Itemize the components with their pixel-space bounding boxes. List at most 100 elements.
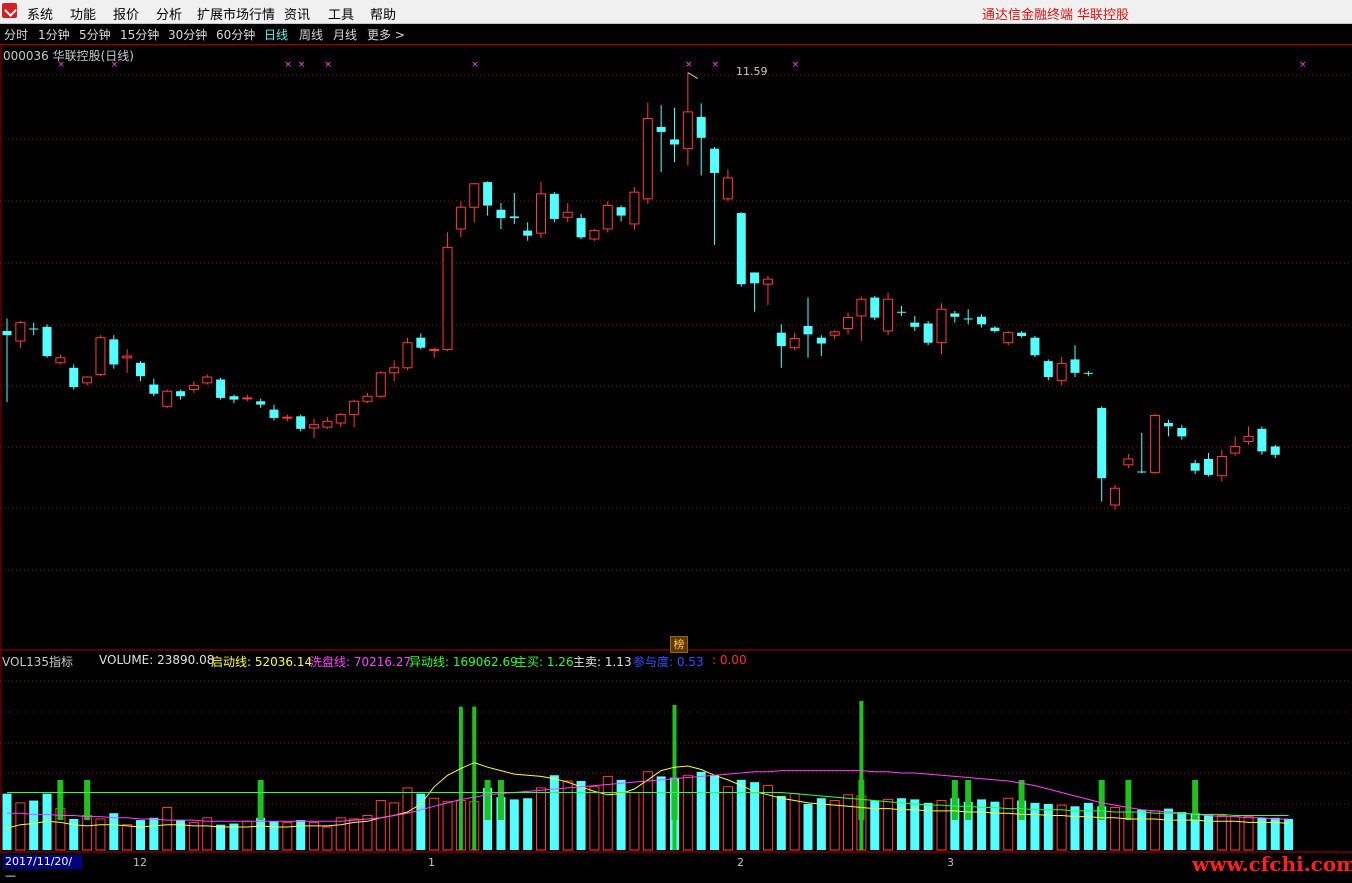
candle-body [576, 218, 586, 238]
candle-body [509, 216, 519, 219]
volume-bar [349, 818, 360, 851]
indicator-value-abnormal-line: 异动线: 169062.69 [409, 655, 518, 669]
candle-body [910, 322, 920, 327]
signal-cross-marker: × [792, 60, 800, 70]
candle-body [682, 111, 693, 150]
candle-body [282, 416, 293, 419]
candle-body [216, 379, 226, 398]
volume-bar [136, 820, 145, 850]
candle-body [750, 272, 760, 284]
candle-body [923, 323, 933, 343]
candle-body [776, 332, 786, 347]
candle-body [1056, 363, 1067, 381]
candle-body [562, 211, 573, 218]
signal-cross-marker: × [284, 60, 292, 70]
volume-flag-bar [859, 700, 864, 850]
candle-body [1150, 414, 1161, 473]
volume-bar [722, 786, 733, 851]
time-axis-label-jan: 1 [428, 856, 435, 869]
candle-body [642, 118, 653, 200]
volume-bar [656, 776, 666, 850]
signal-cross-marker: × [57, 60, 65, 70]
volume-bar [162, 806, 173, 851]
volume-bars [2, 700, 1294, 851]
signal-cross-marker: × [298, 60, 306, 70]
candle-body [1043, 361, 1053, 377]
volume-bar [389, 802, 400, 851]
candle-body [496, 209, 506, 219]
volume-bar [696, 771, 706, 850]
volume-bar [1003, 797, 1014, 851]
indicator-value-main-buy: 主买: 1.26 [515, 655, 574, 669]
candle-body [483, 182, 493, 206]
candle-body [696, 116, 706, 138]
candle-body [883, 298, 894, 332]
candle-body [523, 230, 533, 236]
volume-bar [242, 820, 253, 851]
candle-body [15, 322, 26, 342]
candle-body [629, 191, 640, 225]
time-axis-label-dec: 12 [133, 856, 147, 869]
candle-body [136, 362, 145, 377]
volume-bar [736, 779, 746, 850]
volume-flag-bar [84, 780, 91, 820]
candle-body [589, 230, 600, 240]
signal-cross-marker: × [712, 60, 720, 70]
candle-body [1070, 359, 1080, 373]
volume-bar [15, 802, 26, 851]
candle-body [789, 338, 800, 349]
volume-bar [69, 818, 79, 850]
candle-body [536, 193, 546, 234]
chart-canvas[interactable]: × × × × × × × × × × [0, 0, 1352, 873]
volume-bar [122, 824, 133, 851]
candle-body [549, 193, 559, 219]
volume-bar [1204, 814, 1213, 850]
candle-body [1257, 428, 1267, 452]
indicator-value-participation: 参与度: 0.53 [633, 655, 704, 669]
candle-body [95, 337, 106, 375]
candle-body [256, 401, 266, 405]
volume-bar [776, 795, 786, 850]
candle-body [29, 328, 39, 330]
candle-body [710, 148, 720, 173]
volume-flag-bar [1098, 780, 1105, 820]
candle-body [429, 348, 440, 351]
candle-body [1216, 455, 1227, 477]
ranking-badge[interactable]: 榜 [670, 636, 688, 653]
candle-body [1003, 332, 1014, 344]
candlestick-series [2, 72, 1280, 510]
site-watermark: www.cfchi.com [1192, 852, 1352, 876]
candle-body [843, 317, 854, 329]
candle-body [736, 213, 746, 285]
volume-bar [149, 817, 159, 850]
signal-cross-marker: × [685, 60, 693, 70]
indicator-value-wash-line: 洗盘线: 70216.27 [310, 655, 412, 669]
candle-body [856, 298, 867, 317]
candle-body [176, 391, 186, 397]
volume-bar [296, 820, 306, 850]
indicator-name[interactable]: VOL135指标 [2, 653, 73, 670]
volume-bar [416, 793, 426, 850]
candle-body [896, 311, 906, 313]
signal-cross-marker: × [1299, 60, 1307, 70]
volume-bar [990, 801, 1000, 850]
candle-body [963, 318, 973, 320]
candle-body [977, 316, 987, 325]
candle-body [656, 126, 666, 132]
candle-body [69, 367, 79, 388]
volume-flag-bar [671, 780, 678, 820]
volume-bar [402, 787, 413, 851]
candle-body [55, 357, 66, 364]
volume-bar [549, 775, 559, 850]
volume-flag-bar [965, 780, 972, 820]
candle-body [762, 278, 773, 285]
candle-body [616, 207, 626, 216]
candle-body [1110, 487, 1121, 506]
candle-body [1190, 463, 1200, 471]
volume-bar [1056, 804, 1067, 851]
volume-bar [1070, 806, 1080, 850]
candle-body [229, 396, 239, 400]
volume-bar [896, 798, 906, 850]
volume-flag-bar [484, 780, 491, 820]
candle-body [389, 367, 400, 374]
